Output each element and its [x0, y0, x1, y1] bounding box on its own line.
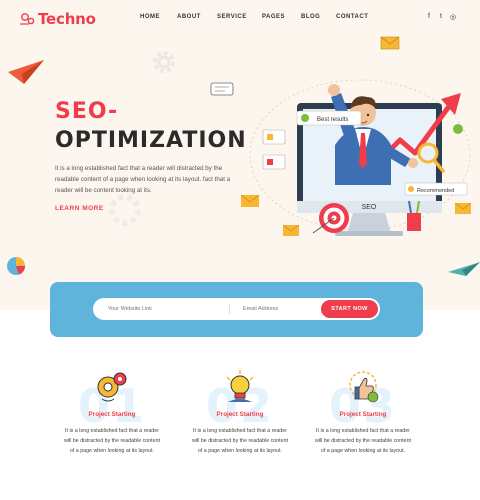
subscribe-bar: START NOW [50, 282, 423, 337]
feature-description: It is a long established fact that a rea… [192, 428, 288, 454]
chat-bubble-icon [210, 82, 234, 96]
best-results-badge: Best results [317, 117, 348, 123]
learn-more-link[interactable]: LEARN MORE [55, 205, 104, 212]
facebook-icon[interactable]: f [423, 13, 435, 21]
feature-card-2: 02 Project Starting It is a long establi… [185, 365, 295, 465]
paper-plane-icon [8, 60, 44, 84]
hero-description: It is a long established fact that a rea… [55, 165, 231, 194]
website-link-input[interactable] [108, 298, 223, 320]
nav-service[interactable]: SERVICE [217, 14, 262, 20]
brand-logo[interactable]: Techno [20, 10, 96, 28]
nav-contact[interactable]: CONTACT [336, 14, 376, 20]
gear-logo-icon [20, 13, 35, 25]
nav-pages[interactable]: PAGES [262, 14, 301, 20]
recommended-badge: Recommended [417, 188, 454, 194]
email-input[interactable] [243, 298, 318, 320]
hero-title-line2: OPTIMIZATION [55, 127, 247, 153]
instagram-icon[interactable]: ◎ [447, 13, 459, 21]
social-links: f t ◎ [423, 13, 459, 21]
gear-bulb-icon [97, 372, 127, 402]
feature-title: Project Starting [339, 411, 387, 418]
hero-title-line1: SEO- [55, 99, 119, 124]
feature-card-3: 03 Project Starting It is a long establi… [308, 365, 418, 465]
nav-about[interactable]: ABOUT [177, 14, 217, 20]
feature-description: It is a long established fact that a rea… [64, 428, 160, 454]
brand-name: Techno [38, 10, 96, 28]
main-nav: HOME ABOUT SERVICE PAGES BLOG CONTACT [140, 14, 376, 20]
hero-title: SEO- OPTIMIZATION [55, 98, 247, 155]
input-divider [229, 304, 230, 314]
feature-title: Project Starting [88, 411, 136, 418]
subscribe-form: START NOW [93, 298, 380, 320]
pie-chart-icon [7, 257, 26, 275]
thumbs-up-icon [349, 371, 379, 403]
feature-description: It is a long established fact that a rea… [315, 428, 411, 454]
nav-home[interactable]: HOME [140, 14, 177, 20]
feature-title: Project Starting [216, 411, 264, 418]
nav-blog[interactable]: BLOG [301, 14, 336, 20]
lightbulb-icon [226, 370, 254, 402]
feature-card-1: 01 Project Starting It is a long establi… [57, 365, 167, 465]
monitor-seo-text: SEO [362, 204, 377, 211]
twitter-icon[interactable]: t [435, 13, 447, 21]
gear-deco-icon [153, 51, 175, 73]
seo-illustration: SEO Best results Recommended [240, 79, 472, 236]
start-now-button[interactable]: START NOW [321, 300, 378, 318]
